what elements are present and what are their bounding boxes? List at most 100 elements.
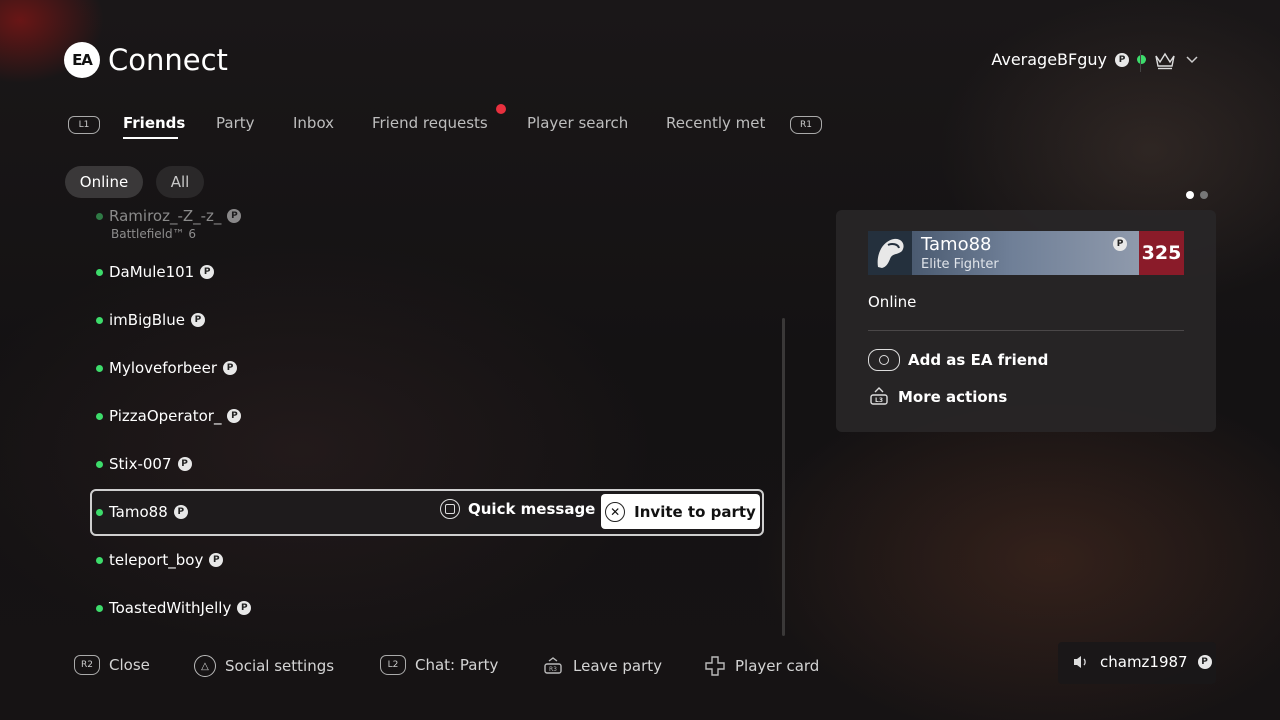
online-dot-icon	[96, 604, 103, 612]
tab-friends[interactable]: Friends	[123, 114, 185, 132]
online-dot-icon	[96, 556, 103, 564]
online-dot-icon	[96, 212, 103, 220]
r3-stick-icon: R3	[544, 657, 562, 674]
current-username: AverageBFguy	[991, 50, 1107, 69]
header-divider	[1140, 50, 1141, 72]
voice-chat-username: chamz1987	[1100, 653, 1188, 671]
social-settings-label: Social settings	[225, 657, 335, 675]
online-dot-icon	[96, 316, 103, 324]
player-avatar	[868, 231, 912, 275]
online-dot-icon	[96, 364, 103, 372]
player-status: Online	[868, 293, 917, 311]
friend-name: Ramiroz_-Z_-z_	[109, 207, 222, 225]
friend-row-ramiroz[interactable]: Ramiroz_-Z_-z_ P	[96, 204, 242, 228]
player-banner	[868, 231, 1184, 275]
add-ea-friend-button[interactable]: Add as EA friend	[868, 349, 1048, 371]
quick-message-button[interactable]: Quick message	[440, 499, 595, 519]
online-dot-icon	[96, 412, 103, 420]
page-dot	[1200, 191, 1208, 199]
friend-row[interactable]: imBigBlue P	[96, 308, 205, 332]
panel-divider	[868, 330, 1184, 331]
playstation-icon: P	[190, 313, 205, 327]
list-scrollbar[interactable]	[782, 318, 785, 636]
player-name: Tamo88	[921, 234, 992, 255]
triangle-button-icon: △	[194, 655, 216, 677]
add-ea-friend-label: Add as EA friend	[908, 351, 1049, 369]
friend-row[interactable]: ToastedWithJelly P	[96, 596, 252, 620]
close-action[interactable]: R2 Close	[74, 655, 150, 675]
player-level: 325	[1139, 231, 1184, 275]
tab-player-search[interactable]: Player search	[527, 114, 628, 132]
tab-inbox[interactable]: Inbox	[293, 114, 334, 132]
crown-icon[interactable]	[1154, 50, 1176, 70]
player-card-action[interactable]: Player card	[704, 655, 819, 677]
friend-row[interactable]: Stix-007 P	[96, 452, 192, 476]
online-status-icon	[1137, 55, 1146, 64]
cross-button-icon: ✕	[605, 501, 626, 522]
friend-name: PizzaOperator_	[109, 407, 222, 425]
quick-message-label: Quick message	[468, 500, 596, 518]
friend-row[interactable]: PizzaOperator_ P	[96, 404, 242, 428]
playstation-icon: P	[177, 457, 192, 471]
r2-button-icon: R2	[74, 655, 100, 675]
friend-name: Stix-007	[109, 455, 172, 473]
friend-row-tamo88[interactable]: Tamo88 P	[96, 500, 188, 524]
friend-name: imBigBlue	[109, 311, 185, 329]
playstation-icon: P	[1115, 52, 1129, 67]
tab-recently-met[interactable]: Recently met	[666, 114, 765, 132]
leave-party-label: Leave party	[573, 657, 663, 675]
friend-row[interactable]: Myloveforbeer P	[96, 356, 238, 380]
friend-game: Battlefield™ 6	[111, 227, 197, 241]
more-actions-label: More actions	[898, 388, 1008, 406]
playstation-icon: P	[1113, 237, 1127, 251]
online-dot-icon	[96, 268, 103, 276]
more-actions-button[interactable]: L3 More actions	[868, 386, 1007, 408]
player-rank: Elite Fighter	[921, 257, 999, 272]
dpad-icon	[705, 656, 725, 676]
leave-party-action[interactable]: R3 Leave party	[542, 655, 662, 677]
friend-name: teleport_boy	[109, 551, 204, 569]
l1-button-hint: L1	[68, 116, 100, 134]
filter-online[interactable]: Online	[65, 166, 143, 198]
speaker-icon	[1074, 656, 1086, 668]
chat-party-label: Chat: Party	[415, 656, 499, 674]
invite-to-party-button[interactable]: ✕ Invite to party	[601, 494, 760, 529]
playstation-icon: P	[1197, 655, 1212, 669]
square-button-icon	[440, 499, 460, 519]
voice-chat-user[interactable]: chamz1987 P	[1072, 653, 1212, 671]
playstation-icon: P	[227, 209, 242, 223]
ea-logo: EA	[64, 42, 100, 78]
social-settings-action[interactable]: △ Social settings	[194, 655, 334, 677]
tab-friend-requests[interactable]: Friend requests	[372, 114, 488, 132]
page-indicator	[1186, 191, 1208, 199]
r3-hint-text: R3	[549, 666, 557, 673]
playstation-icon: P	[227, 409, 242, 423]
player-card-label: Player card	[735, 657, 820, 675]
friend-name: DaMule101	[109, 263, 195, 281]
r1-button-hint: R1	[790, 116, 822, 134]
svg-text:L3: L3	[875, 397, 883, 404]
online-dot-icon	[96, 508, 103, 516]
friend-row[interactable]: teleport_boy P	[96, 548, 224, 572]
l2-button-icon: L2	[380, 655, 406, 675]
chevron-down-icon[interactable]	[1186, 54, 1198, 64]
playstation-icon: P	[173, 505, 188, 519]
invite-label: Invite to party	[634, 502, 756, 521]
app-title: Connect	[108, 43, 228, 77]
current-user[interactable]: AverageBFguy P	[991, 50, 1146, 69]
notification-dot	[496, 104, 506, 114]
page-dot-current	[1186, 191, 1194, 199]
close-label: Close	[109, 656, 150, 674]
playstation-icon: P	[237, 601, 252, 615]
l3-stick-icon: L3	[870, 387, 888, 405]
playstation-icon: P	[209, 553, 224, 567]
tab-party[interactable]: Party	[216, 114, 255, 132]
touchpad-button-icon	[868, 349, 900, 371]
playstation-icon: P	[223, 361, 238, 375]
playstation-icon: P	[200, 265, 215, 279]
chat-party-action[interactable]: L2 Chat: Party	[380, 655, 498, 675]
filter-all[interactable]: All	[156, 166, 204, 198]
online-dot-icon	[96, 460, 103, 468]
friend-row[interactable]: DaMule101 P	[96, 260, 215, 284]
friend-name: Tamo88	[109, 503, 168, 521]
